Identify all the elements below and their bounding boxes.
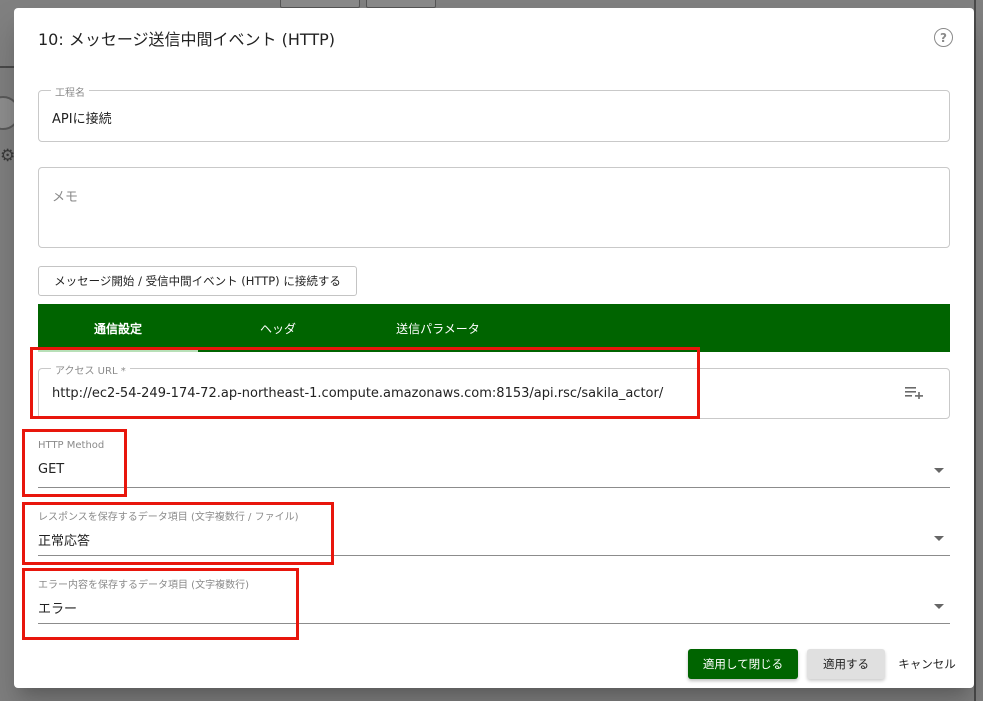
apply-and-close-button[interactable]: 適用して閉じる bbox=[688, 649, 798, 679]
canvas-task-box bbox=[280, 0, 360, 8]
tab-send-parameters[interactable]: 送信パラメータ bbox=[358, 304, 518, 352]
dialog-title: 10: メッセージ送信中間イベント (HTTP) bbox=[38, 30, 336, 49]
help-icon[interactable]: ? bbox=[934, 28, 953, 47]
apply-button[interactable]: 適用する bbox=[807, 649, 885, 679]
canvas-line bbox=[0, 66, 14, 68]
tab-header[interactable]: ヘッダ bbox=[198, 304, 358, 352]
chevron-down-icon[interactable] bbox=[934, 604, 944, 609]
highlight-response-item bbox=[22, 502, 334, 565]
chevron-down-icon[interactable] bbox=[934, 468, 944, 473]
highlight-access-url bbox=[30, 347, 700, 419]
memo-placeholder: メモ bbox=[52, 190, 79, 205]
step-name-value: APIに接続 bbox=[52, 112, 112, 127]
step-name-label: 工程名 bbox=[51, 84, 89, 99]
canvas-line bbox=[974, 0, 976, 701]
highlight-error-item bbox=[22, 568, 299, 640]
settings-tabbar: 通信設定 ヘッダ 送信パラメータ bbox=[38, 304, 950, 352]
tab-label: ヘッダ bbox=[259, 321, 296, 336]
connect-message-start-button[interactable]: メッセージ開始 / 受信中間イベント (HTTP) に接続する bbox=[38, 266, 357, 296]
highlight-http-method bbox=[22, 429, 127, 497]
playlist-add-icon[interactable] bbox=[905, 387, 923, 399]
http-method-select[interactable]: HTTP Method GET bbox=[38, 440, 950, 488]
memo-field[interactable]: メモ bbox=[38, 167, 950, 248]
tab-communication-settings[interactable]: 通信設定 bbox=[38, 304, 198, 352]
chevron-down-icon[interactable] bbox=[934, 536, 944, 541]
tab-label: 通信設定 bbox=[93, 321, 142, 336]
gear-icon: ⚙ bbox=[0, 146, 16, 166]
canvas-task-box bbox=[366, 0, 436, 8]
cancel-button[interactable]: キャンセル bbox=[894, 649, 960, 679]
tab-label: 送信パラメータ bbox=[396, 321, 480, 336]
step-name-field[interactable]: 工程名 APIに接続 bbox=[38, 84, 950, 142]
